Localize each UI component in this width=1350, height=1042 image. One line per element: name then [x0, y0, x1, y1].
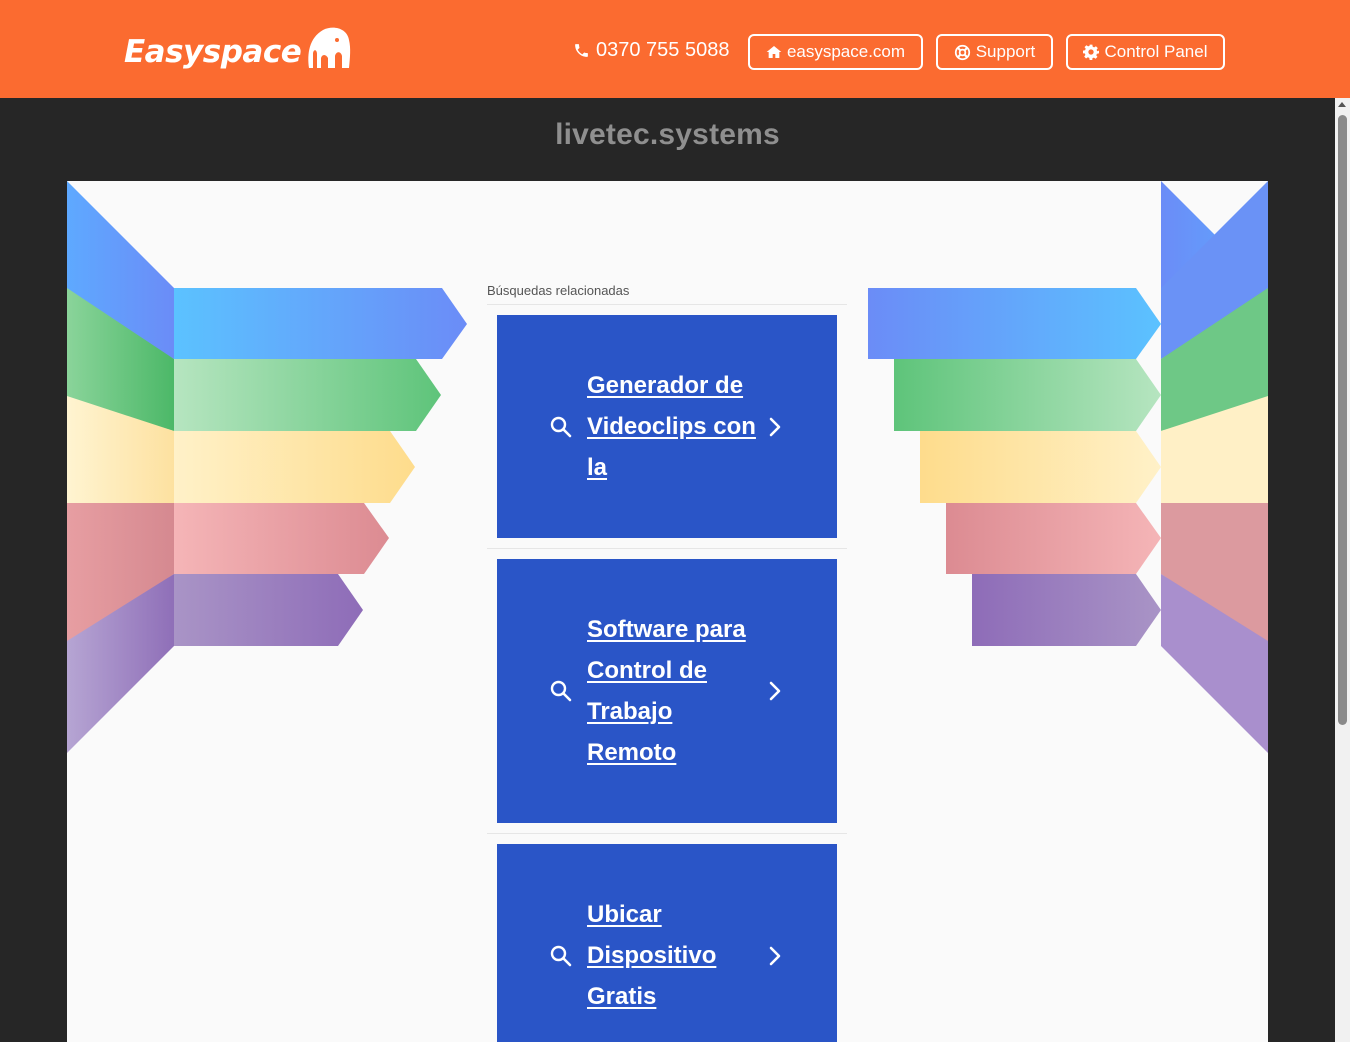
lifebuoy-icon — [954, 44, 970, 60]
easyspace-home-button[interactable]: easyspace.com — [748, 34, 923, 70]
phone-text: 0370 755 5088 — [596, 39, 730, 61]
related-item-wrapper: Software para Control de Trabajo Remoto — [487, 559, 847, 834]
phone-number[interactable]: 0370 755 5088 — [573, 40, 729, 60]
top-header: Easyspace 0370 755 5088 easyspace.com Su… — [0, 0, 1350, 98]
chevron-right-icon — [769, 946, 781, 965]
search-icon — [550, 680, 572, 702]
elephant-logo-icon — [308, 27, 351, 69]
support-button[interactable]: Support — [936, 34, 1053, 70]
scroll-up-arrow-icon[interactable] — [1338, 102, 1346, 107]
chevron-right-icon — [769, 417, 781, 436]
related-item-wrapper: Ubicar Dispositivo Gratis — [487, 844, 847, 1042]
logo-text: Easyspace — [124, 34, 302, 70]
gear-icon — [1083, 44, 1100, 60]
search-icon — [550, 945, 572, 966]
related-search-link[interactable]: Generador de Videoclips con la — [587, 365, 762, 488]
scrollbar-thumb[interactable] — [1338, 115, 1347, 725]
related-search-link[interactable]: Ubicar Dispositivo Gratis — [587, 894, 762, 1017]
chevron-right-icon — [769, 681, 781, 701]
related-search-card[interactable]: Generador de Videoclips con la — [497, 315, 837, 538]
related-search-link[interactable]: Software para Control de Trabajo Remoto — [587, 609, 762, 773]
vertical-scrollbar[interactable] — [1335, 98, 1350, 1042]
control-panel-button[interactable]: Control Panel — [1066, 34, 1225, 70]
phone-icon — [575, 43, 588, 57]
related-searches: Búsquedas relacionadas Generador de Vide… — [487, 283, 847, 1042]
support-label: Support — [975, 42, 1036, 61]
home-icon — [766, 46, 782, 58]
domain-title: livetec.systems — [555, 118, 780, 151]
easyspace-home-label: easyspace.com — [786, 42, 906, 61]
content-panel: Búsquedas relacionadas Generador de Vide… — [67, 181, 1268, 1042]
easyspace-logo[interactable]: Easyspace — [124, 14, 353, 74]
related-searches-label: Búsquedas relacionadas — [487, 283, 847, 305]
related-search-card[interactable]: Ubicar Dispositivo Gratis — [497, 844, 837, 1042]
related-search-card[interactable]: Software para Control de Trabajo Remoto — [497, 559, 837, 823]
control-panel-label: Control Panel — [1104, 42, 1208, 61]
related-item-wrapper: Generador de Videoclips con la — [487, 315, 847, 549]
search-icon — [550, 416, 572, 437]
